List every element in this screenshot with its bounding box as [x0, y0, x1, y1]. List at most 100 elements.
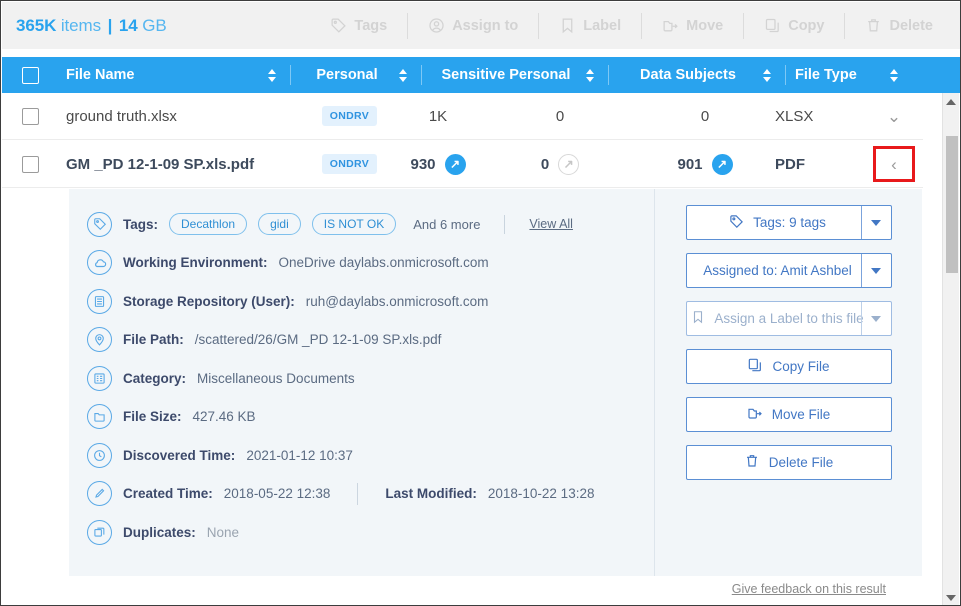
detail-created-time-label: Created Time:: [123, 486, 213, 502]
scroll-up-arrow-icon[interactable]: [943, 93, 959, 110]
bulk-actions-toolbar: Tags Assign to Label Move Copy Delete: [310, 2, 960, 49]
column-data-subjects[interactable]: Data Subjects: [618, 57, 758, 93]
user-circle-icon: [428, 17, 445, 34]
toolbar-assign-to-button[interactable]: Assign to: [408, 11, 538, 41]
detail-last-modified-label: Last Modified:: [385, 486, 477, 502]
row-checkbox[interactable]: [21, 107, 39, 125]
tag-pill[interactable]: gidi: [258, 213, 301, 236]
sensitive-drilldown-icon: ↗: [558, 153, 580, 175]
tags-divider: [504, 214, 506, 234]
caret-down-icon: [871, 267, 881, 274]
assign-label-dropdown-toggle[interactable]: [860, 302, 891, 335]
row-select-cell: [2, 141, 58, 187]
toolbar-move-button[interactable]: Move: [642, 11, 743, 41]
column-sensitive-personal[interactable]: Sensitive Personal: [431, 57, 581, 93]
file-action-buttons: Tags: 9 tags Assigned to: Amit Ashbel As…: [654, 189, 922, 576]
file-detail-fields: Tags: Decathlon gidi IS NOT OK And 6 mor…: [69, 189, 654, 576]
items-summary: 365K items | 14 GB: [2, 16, 167, 36]
row-file-name: ground truth.xlsx: [66, 107, 177, 125]
row-sensitive-cell: 0: [485, 93, 635, 139]
toolbar-label-button[interactable]: Label: [539, 11, 641, 41]
tag-pill[interactable]: Decathlon: [169, 213, 248, 236]
column-data-subjects-label: Data Subjects: [640, 67, 736, 83]
row-file-name-cell: GM _PD 12-1-09 SP.xls.pdf ONDRV: [58, 141, 391, 187]
give-feedback-link[interactable]: Give feedback on this result: [732, 582, 886, 596]
tag-pill[interactable]: IS NOT OK: [311, 213, 397, 236]
column-personal[interactable]: Personal: [300, 57, 394, 93]
toolbar-label-label: Label: [583, 17, 622, 34]
top-toolbar: 365K items | 14 GB Tags Assign to Label …: [2, 2, 960, 49]
tags-dropdown-toggle[interactable]: [860, 206, 891, 239]
toolbar-tags-button[interactable]: Tags: [310, 11, 407, 41]
tags-more-count: And 6 more: [413, 216, 481, 232]
trash-icon: [865, 17, 882, 34]
detail-working-environment-value: OneDrive daylabs.onmicrosoft.com: [278, 255, 489, 271]
total-size-unit: GB: [142, 15, 167, 35]
detail-row-created-time: Created Time: 2018-05-22 12:38 Last Modi…: [87, 475, 654, 514]
delete-file-button[interactable]: Delete File: [685, 445, 892, 480]
assigned-to-action-button[interactable]: Assigned to: Amit Ashbel: [685, 253, 892, 288]
table-row[interactable]: GM _PD 12-1-09 SP.xls.pdf ONDRV 930 ↗ 0 …: [2, 141, 923, 188]
table-row[interactable]: ground truth.xlsx ONDRV 1K 0 0 XLSX ⌄: [2, 93, 923, 140]
scroll-down-arrow-icon[interactable]: [943, 589, 959, 605]
row-checkbox[interactable]: [21, 155, 39, 173]
database-icon: [87, 288, 112, 314]
data-subjects-drilldown-icon[interactable]: ↗: [711, 153, 733, 175]
caret-down-icon: [871, 219, 881, 226]
detail-last-modified-value: 2018-10-22 13:28: [487, 486, 595, 502]
row-file-name: GM _PD 12-1-09 SP.xls.pdf: [66, 155, 255, 173]
toolbar-delete-button[interactable]: Delete: [845, 11, 953, 41]
select-all-checkbox[interactable]: [21, 66, 39, 84]
toolbar-copy-button[interactable]: Copy: [744, 11, 844, 41]
sort-arrows-icon[interactable]: [263, 68, 281, 82]
column-file-type-label: File Type: [795, 67, 857, 83]
bookmark-icon: [691, 310, 705, 327]
toolbar-assign-to-label: Assign to: [452, 17, 519, 34]
row-select-cell: [2, 93, 58, 139]
column-file-name[interactable]: File Name: [58, 57, 263, 93]
view-all-tags-link[interactable]: View All: [529, 217, 573, 231]
row-file-type-cell: PDF: [775, 141, 865, 187]
sort-arrows-icon[interactable]: [758, 68, 776, 82]
tags-action-label: Tags: 9 tags: [753, 215, 826, 230]
trash-icon: [744, 453, 760, 472]
items-count: 365K: [16, 15, 57, 35]
chevron-down-icon[interactable]: ⌄: [887, 108, 901, 125]
row-personal-cell: 1K: [391, 93, 485, 139]
personal-drilldown-icon[interactable]: ↗: [444, 153, 466, 175]
detail-working-environment-label: Working Environment:: [123, 255, 268, 271]
clock-icon: [87, 442, 112, 468]
row-sensitive-value: 0: [555, 107, 565, 125]
detail-duplicates-label: Duplicates:: [123, 524, 196, 540]
detail-row-duplicates: Duplicates: None: [87, 513, 654, 552]
sort-personal[interactable]: [394, 57, 431, 93]
column-file-type[interactable]: File Type: [795, 57, 885, 93]
sort-arrows-icon[interactable]: [394, 68, 412, 82]
sort-file-name[interactable]: [263, 57, 300, 93]
collapse-row-button[interactable]: ‹: [873, 146, 915, 182]
sort-arrows-icon[interactable]: [581, 68, 599, 82]
vertical-scrollbar[interactable]: [942, 93, 959, 605]
toolbar-delete-label: Delete: [889, 17, 933, 34]
header-tail-spacer: [903, 57, 960, 93]
copy-file-button[interactable]: Copy File: [685, 349, 892, 384]
move-file-button[interactable]: Move File: [685, 397, 892, 432]
row-data-subjects-cell: 901 ↗: [635, 141, 775, 187]
header-divider: [421, 65, 422, 85]
items-count-unit: items: [60, 15, 101, 35]
row-file-type-value: XLSX: [775, 107, 814, 125]
sort-data-subjects[interactable]: [758, 57, 795, 93]
sort-arrows-icon[interactable]: [885, 68, 903, 82]
sort-file-type[interactable]: [885, 57, 903, 93]
toolbar-tags-label: Tags: [354, 17, 388, 34]
assigned-to-action-label: Assigned to: Amit Ashbel: [703, 263, 852, 278]
tags-action-button[interactable]: Tags: 9 tags: [685, 205, 892, 240]
assigned-to-dropdown-toggle[interactable]: [860, 254, 891, 287]
assign-label-action-button[interactable]: Assign a Label to this file: [685, 301, 892, 336]
sort-sensitive-personal[interactable]: [581, 57, 618, 93]
row-sensitive-cell: 0 ↗: [485, 141, 635, 187]
scrollbar-thumb[interactable]: [946, 136, 958, 273]
detail-category-label: Category:: [123, 370, 187, 386]
assign-label-action-label: Assign a Label to this file: [714, 311, 864, 326]
row-personal-value: 1K: [428, 107, 448, 125]
